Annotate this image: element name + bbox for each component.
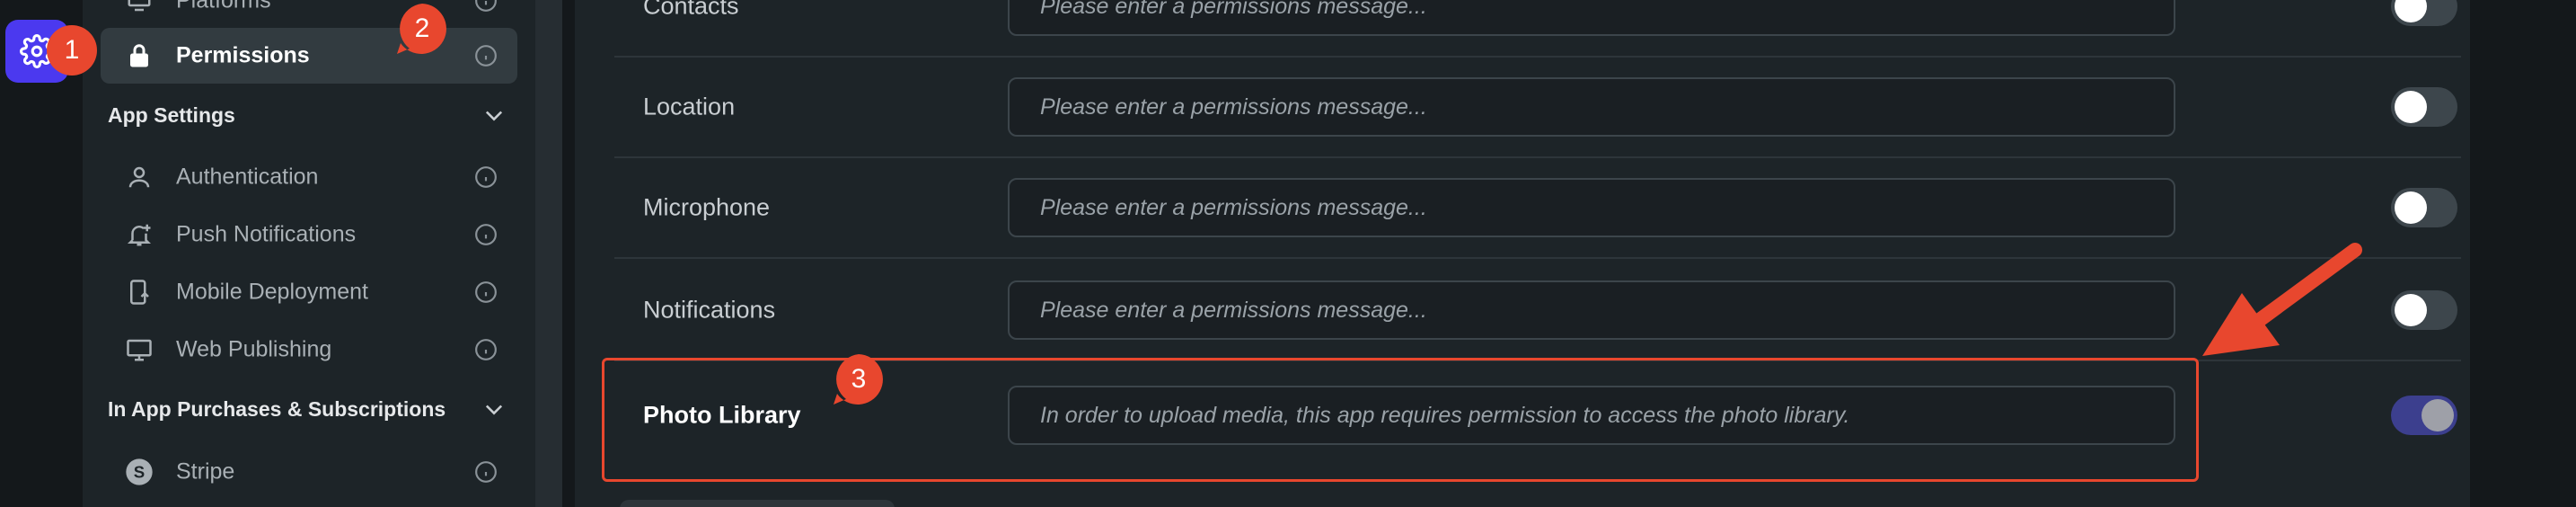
section-in-app-purchases[interactable]: In App Purchases & Subscriptions (108, 389, 517, 429)
info-icon[interactable] (474, 338, 498, 361)
sidebar-item-label: Platforms (176, 0, 271, 13)
info-icon[interactable] (474, 280, 498, 304)
info-icon[interactable] (474, 44, 498, 67)
permission-label: Notifications (643, 296, 776, 324)
person-icon (124, 162, 154, 192)
toggle-knob (2422, 399, 2454, 431)
bottom-button[interactable] (620, 500, 895, 507)
permission-row-contacts: Contacts Please enter a permissions mess… (614, 0, 2461, 58)
info-icon[interactable] (474, 165, 498, 189)
sidebar-item-label: Push Notifications (176, 221, 357, 247)
permission-toggle[interactable] (2391, 0, 2457, 26)
sidebar-item-platforms[interactable]: Platforms (101, 0, 517, 29)
info-icon[interactable] (474, 460, 498, 484)
permission-message-input[interactable]: Please enter a permissions message... (1008, 0, 2175, 36)
lock-icon (124, 40, 154, 71)
sidebar-item-label: Permissions (176, 42, 310, 68)
section-title: App Settings (108, 102, 235, 127)
permission-toggle[interactable] (2391, 188, 2457, 227)
sidebar-item-authentication[interactable]: Authentication (101, 149, 517, 205)
sidebar-item-label: Web Publishing (176, 336, 332, 362)
toggle-knob (2395, 0, 2427, 22)
section-title: In App Purchases & Subscriptions (108, 396, 446, 421)
sidebar-item-mobile-deployment[interactable]: Mobile Deployment (101, 264, 517, 320)
permission-label: Contacts (643, 0, 739, 20)
bell-plus-icon (124, 219, 154, 250)
sidebar-item-label: Authentication (176, 164, 319, 190)
sidebar-item-push-notifications[interactable]: Push Notifications (101, 207, 517, 262)
sidebar-item-stripe[interactable]: S Stripe (101, 444, 517, 500)
badge-number: 3 (851, 364, 867, 394)
sidebar-item-web-publishing[interactable]: Web Publishing (101, 322, 517, 378)
chevron-down-icon (485, 405, 503, 415)
annotation-badge-1: 1 (45, 23, 99, 77)
permission-toggle[interactable] (2391, 290, 2457, 330)
chevron-down-icon (485, 111, 503, 121)
sidebar-item-permissions[interactable]: Permissions (101, 28, 517, 84)
toggle-knob (2395, 191, 2427, 224)
permission-row-notifications: Notifications Please enter a permissions… (614, 261, 2461, 361)
permission-message-input[interactable]: Please enter a permissions message... (1008, 178, 2175, 237)
permission-row-location: Location Please enter a permissions mess… (614, 58, 2461, 158)
annotation-badge-3: 3 (832, 352, 886, 406)
permission-label: Location (643, 93, 736, 120)
svg-text:S: S (134, 463, 145, 482)
mobile-upload-icon (124, 277, 154, 307)
sidebar-divider (535, 0, 562, 507)
permission-toggle[interactable] (2391, 396, 2457, 435)
badge-number: 2 (414, 13, 430, 43)
badge-number: 1 (64, 35, 80, 65)
permission-message-input[interactable]: Please enter a permissions message... (1008, 77, 2175, 137)
sidebar-item-label: Stripe (176, 458, 235, 485)
stripe-icon: S (124, 457, 154, 487)
info-icon[interactable] (474, 0, 498, 13)
permission-toggle[interactable] (2391, 87, 2457, 127)
permission-label: Microphone (643, 193, 771, 221)
monitor-icon (124, 334, 154, 365)
platforms-icon (124, 0, 154, 16)
permission-row-microphone: Microphone Please enter a permissions me… (614, 158, 2461, 259)
toggle-knob (2395, 294, 2427, 326)
info-icon[interactable] (474, 223, 498, 246)
sidebar-item-label: Mobile Deployment (176, 279, 368, 305)
annotation-badge-2: 2 (395, 2, 449, 56)
permission-message-input[interactable]: Please enter a permissions message... (1008, 280, 2175, 340)
toggle-knob (2395, 91, 2427, 123)
red-arrow-icon (2202, 243, 2362, 356)
section-app-settings[interactable]: App Settings (108, 95, 517, 135)
